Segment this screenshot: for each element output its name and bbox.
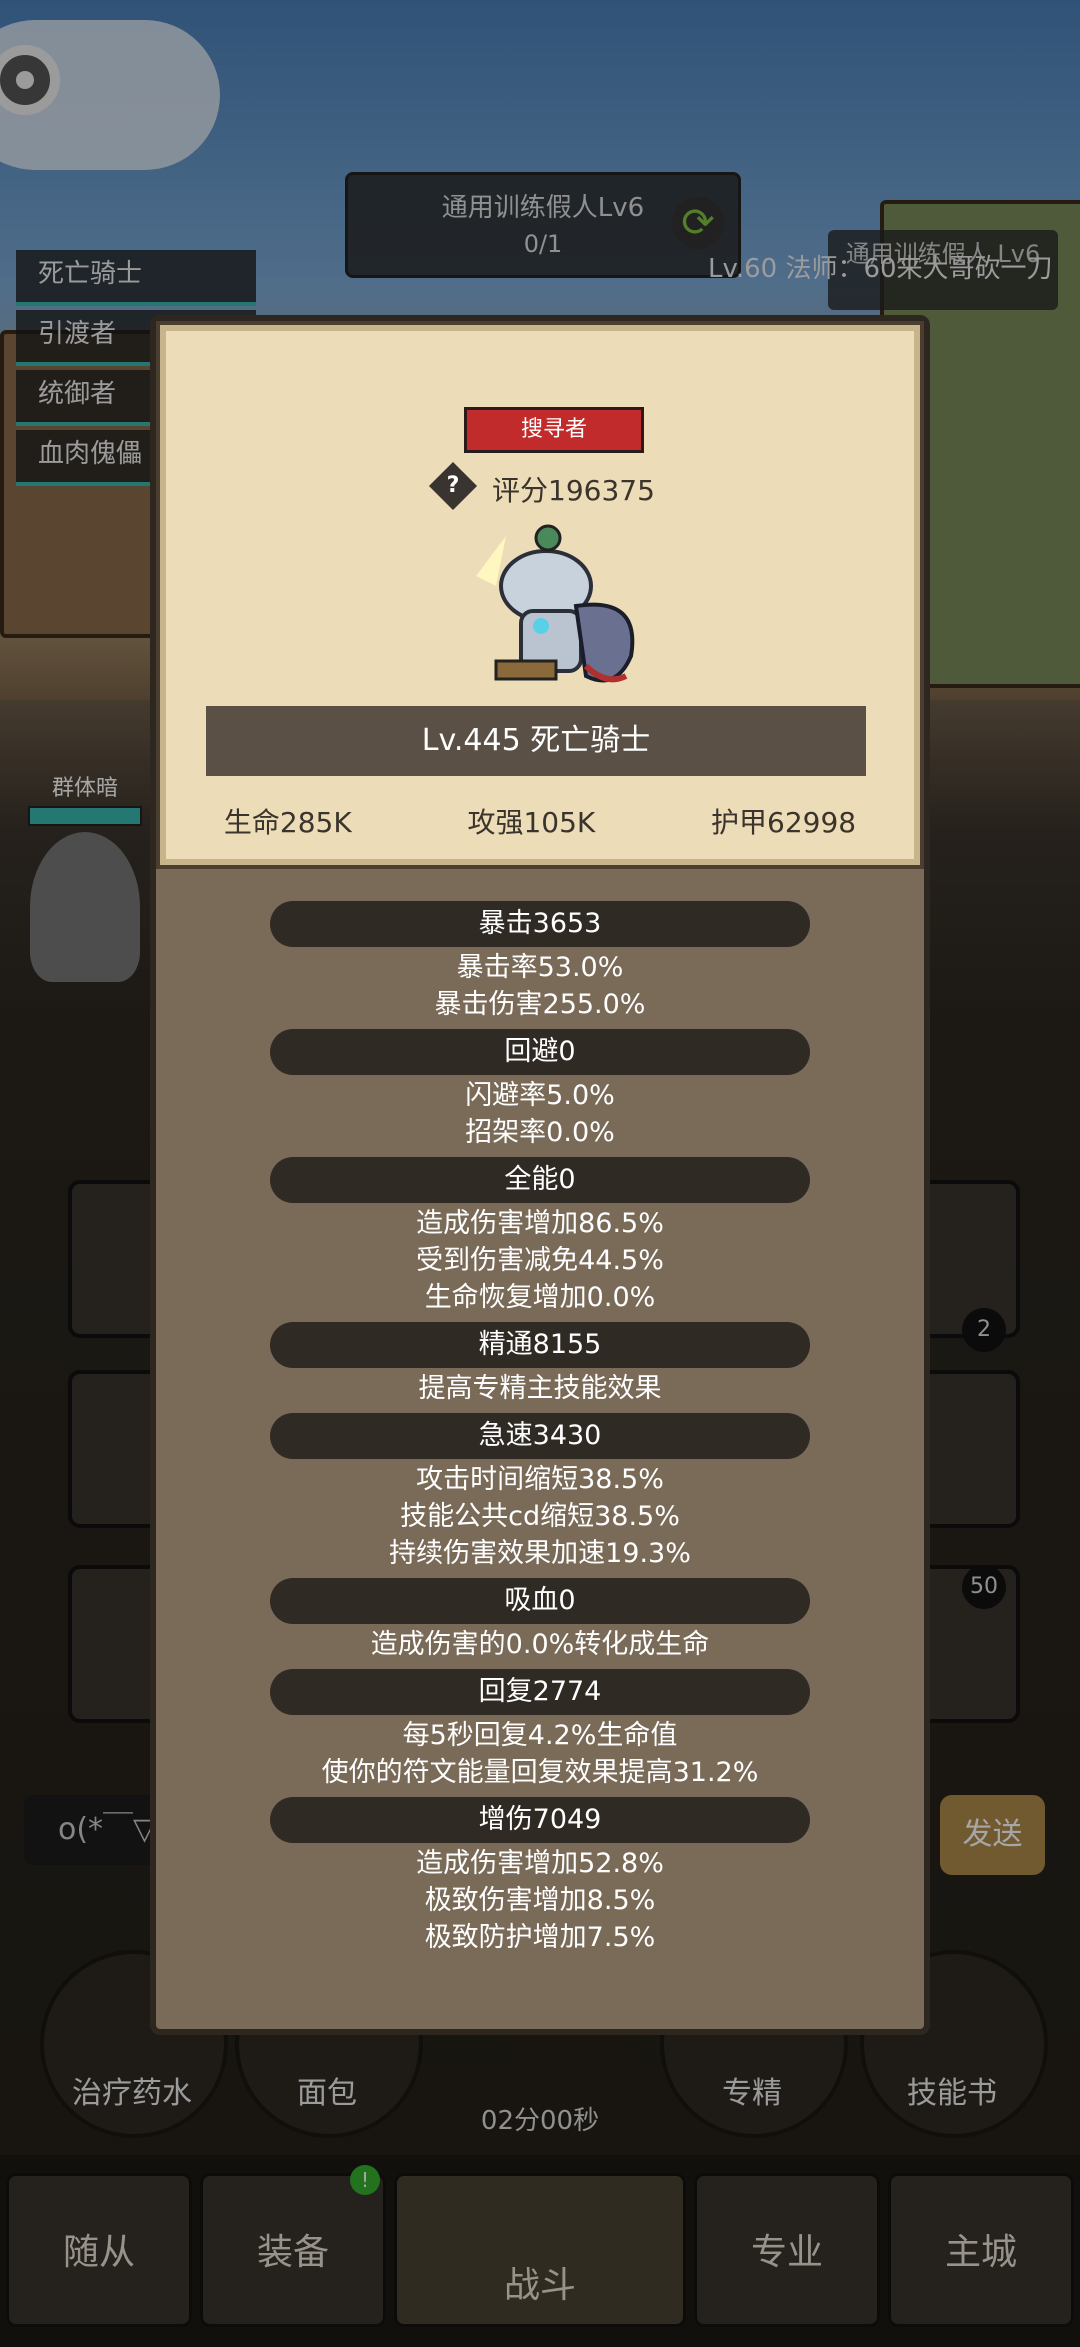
section-line: 持续伤害效果加速19.3% [389, 1538, 691, 1569]
section-line: 造成伤害的0.0%转化成生命 [370, 1629, 710, 1660]
character-name-banner: Lv.445 死亡骑士 [206, 706, 866, 776]
section-header: 吸血0 [270, 1578, 810, 1624]
section-line: 受到伤害减免44.5% [416, 1245, 664, 1276]
section-line: 造成伤害增加86.5% [416, 1208, 664, 1239]
secondary-stats-list: 暴击3653 暴击率53.0% 暴击伤害255.0% 回避0 闪避率5.0% 招… [150, 895, 930, 1956]
section-header: 回避0 [270, 1029, 810, 1075]
stat-section-mastery: 精通8155 提高专精主技能效果 [150, 1322, 930, 1407]
stat-section-haste: 急速3430 攻击时间缩短38.5% 技能公共cd缩短38.5% 持续伤害效果加… [150, 1413, 930, 1572]
section-line: 每5秒回复4.2%生命值 [402, 1720, 678, 1751]
section-header: 精通8155 [270, 1322, 810, 1368]
section-line: 暴击伤害255.0% [434, 989, 646, 1020]
section-line: 技能公共cd缩短38.5% [400, 1501, 680, 1532]
section-line: 提高专精主技能效果 [418, 1373, 662, 1404]
section-line: 闪避率5.0% [465, 1080, 615, 1111]
stat-section-crit: 暴击3653 暴击率53.0% 暴击伤害255.0% [150, 901, 930, 1023]
stat-health: 生命285K [223, 806, 352, 839]
section-line: 使你的符文能量回复效果提高31.2% [321, 1757, 759, 1788]
section-header: 增伤7049 [270, 1797, 810, 1843]
death-knight-portrait [476, 524, 635, 683]
score-text: 评分196375 [492, 474, 655, 507]
section-line: 暴击率53.0% [456, 952, 624, 983]
stat-armor: 护甲62998 [711, 806, 857, 839]
section-header: 暴击3653 [270, 901, 810, 947]
character-stats-popup: 搜寻者 ? 评分196375 Lv.445 死亡骑士 生命285K 攻强105K… [150, 315, 930, 2035]
section-line: 招架率0.0% [465, 1117, 615, 1148]
stat-section-versatility: 全能0 造成伤害增加86.5% 受到伤害减免44.5% 生命恢复增加0.0% [150, 1157, 930, 1316]
stat-attack-power: 攻强105K [467, 806, 596, 839]
section-line: 攻击时间缩短38.5% [416, 1464, 664, 1495]
stat-section-leech: 吸血0 造成伤害的0.0%转化成生命 [150, 1578, 930, 1663]
section-header: 急速3430 [270, 1413, 810, 1459]
section-line: 极致伤害增加8.5% [424, 1885, 656, 1916]
stat-section-regen: 回复2774 每5秒回复4.2%生命值 使你的符文能量回复效果提高31.2% [150, 1669, 930, 1791]
stat-section-avoidance: 回避0 闪避率5.0% 招架率0.0% [150, 1029, 930, 1151]
class-tag: 搜寻者 [464, 407, 644, 453]
character-card: 搜寻者 ? 评分196375 Lv.445 死亡骑士 生命285K 攻强105K… [160, 325, 920, 865]
stat-section-damage-boost: 增伤7049 造成伤害增加52.8% 极致伤害增加8.5% 极致防护增加7.5% [150, 1797, 930, 1956]
section-line: 造成伤害增加52.8% [416, 1848, 664, 1879]
question-icon[interactable]: ? [428, 461, 478, 511]
section-header: 回复2774 [270, 1669, 810, 1715]
section-line: 极致防护增加7.5% [424, 1922, 656, 1953]
base-stats: 生命285K 攻强105K 护甲62998 [166, 801, 914, 841]
section-line: 生命恢复增加0.0% [424, 1282, 656, 1313]
section-header: 全能0 [270, 1157, 810, 1203]
